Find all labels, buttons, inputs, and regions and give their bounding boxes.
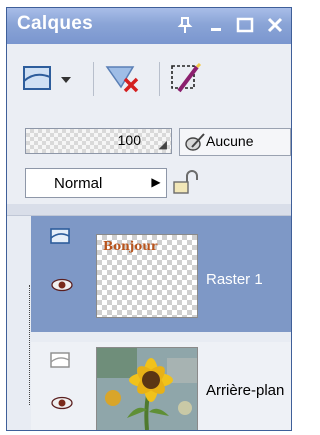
- minimize-icon[interactable]: [207, 15, 227, 35]
- lock-icon[interactable]: [171, 168, 201, 196]
- toolbar: [7, 44, 291, 117]
- layer-type-icon: [50, 228, 70, 244]
- pin-icon[interactable]: [175, 15, 195, 35]
- layers-list: Bonjour Raster 1 Arrière-plan: [7, 215, 291, 430]
- mask-button[interactable]: Aucune: [179, 128, 291, 156]
- maximize-icon[interactable]: [235, 15, 255, 35]
- layer-row-raster[interactable]: Bonjour Raster 1: [31, 216, 291, 332]
- layer-type-icon: [50, 352, 70, 368]
- layer-thumbnail: Bonjour: [96, 234, 198, 318]
- delete-layer-icon[interactable]: [103, 61, 143, 97]
- layers-panel: Calques 100 ◢ Aucune Normal ▶ Bonjour Ra…: [6, 7, 292, 431]
- opacity-field[interactable]: 100 ◢: [25, 128, 172, 154]
- layer-name: Raster 1: [206, 271, 263, 288]
- eye-icon[interactable]: [51, 278, 73, 292]
- layer-thumbnail-photo: [96, 347, 198, 430]
- new-layer-icon[interactable]: [21, 61, 57, 97]
- opacity-grip-icon[interactable]: ◢: [159, 138, 167, 151]
- chevron-right-icon[interactable]: ▶: [148, 172, 164, 192]
- thumbnail-text: Bonjour: [103, 239, 158, 253]
- mask-label: Aucune: [206, 133, 254, 149]
- blend-mode-select[interactable]: Normal ▶: [25, 168, 167, 198]
- eye-icon[interactable]: [51, 396, 73, 410]
- opacity-value: 100: [117, 132, 141, 148]
- toolbar-separator: [93, 62, 94, 96]
- edit-selection-icon[interactable]: [167, 61, 207, 97]
- close-icon[interactable]: [265, 15, 285, 35]
- mask-icon: [185, 133, 205, 151]
- opacity-row: 100 ◢ Aucune: [7, 116, 291, 164]
- dropdown-arrow-icon[interactable]: [59, 61, 73, 97]
- layer-row-background[interactable]: Arrière-plan: [31, 342, 291, 430]
- blend-mode-label: Normal: [54, 175, 103, 192]
- toolbar-separator: [159, 62, 160, 96]
- blend-row: Normal ▶: [7, 164, 291, 204]
- panel-title: Calques: [17, 13, 94, 34]
- title-bar[interactable]: Calques: [7, 8, 291, 44]
- layer-name: Arrière-plan: [206, 382, 285, 399]
